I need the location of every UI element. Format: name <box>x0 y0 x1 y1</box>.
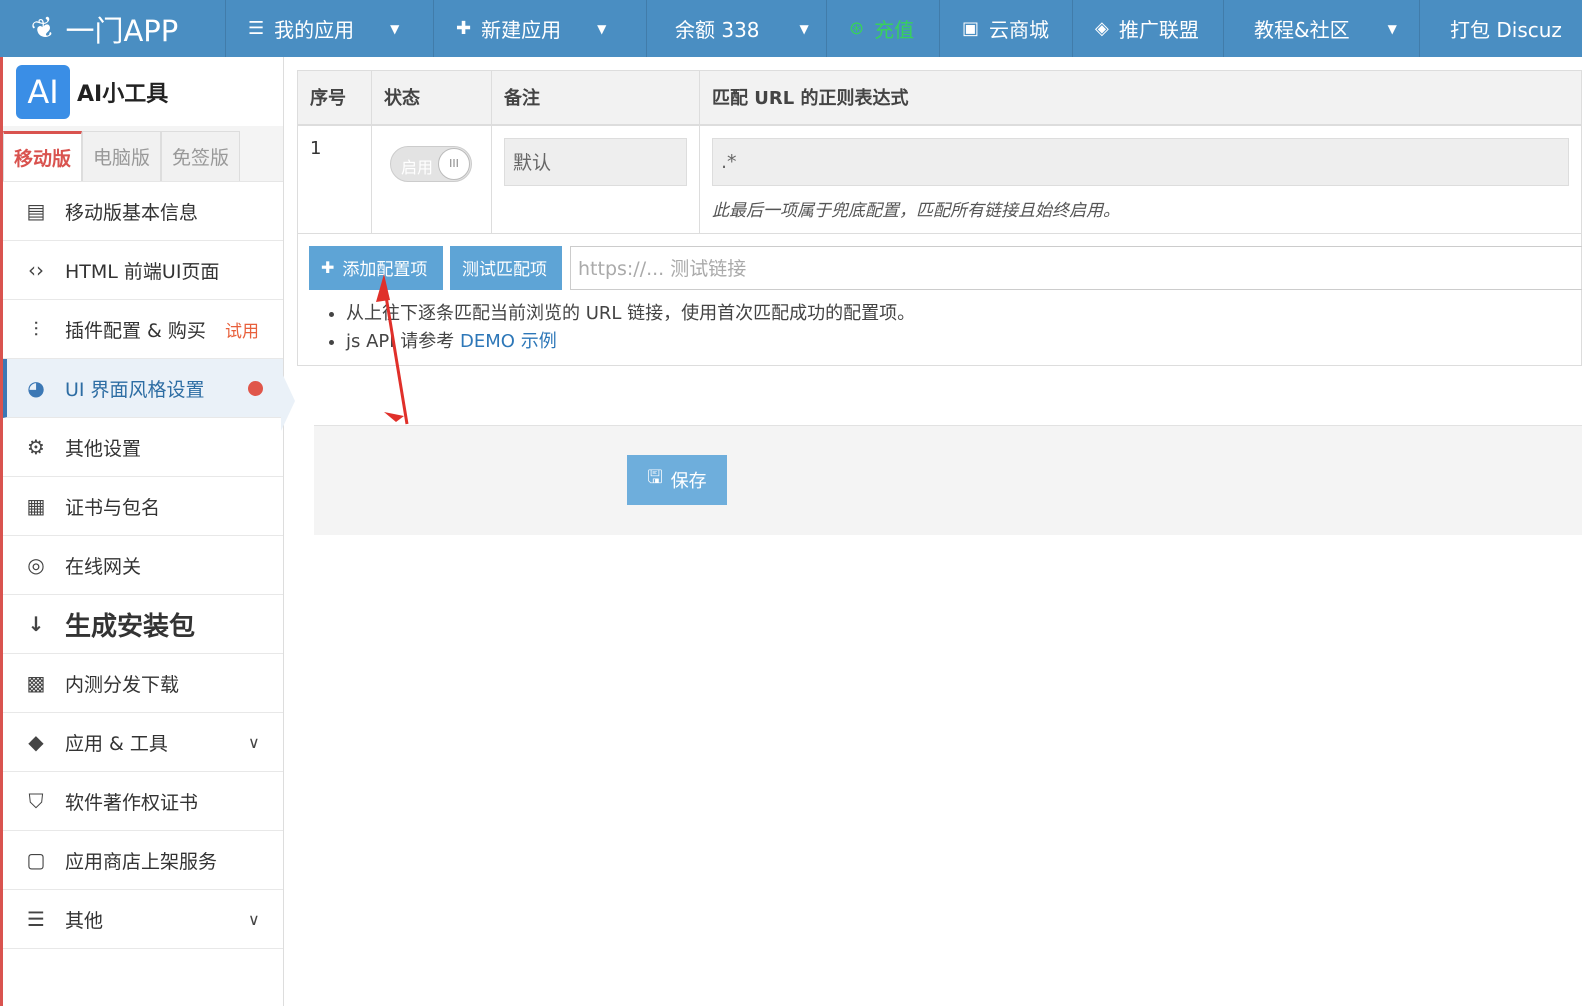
sidebar-item-copyright[interactable]: ⛉ 软件著作权证书 <box>3 772 283 831</box>
diamond-icon: ◈ <box>1095 18 1109 39</box>
remark-field: 默认 <box>504 137 687 186</box>
apps-icon: ◆ <box>28 730 44 754</box>
help-tips: 从上往下逐条匹配当前浏览的 URL 链接，使用首次匹配成功的配置项。 js AP… <box>346 300 915 356</box>
save-button[interactable]: 🖫 保存 <box>627 455 727 505</box>
nav-my-apps[interactable]: ☰ 我的应用 ▼ <box>226 0 434 57</box>
sidebar-item-other-settings[interactable]: ⚙ 其他设置 <box>3 418 283 477</box>
caret-down-icon: ▼ <box>1387 21 1397 36</box>
tip-item: js API 请参考 DEMO 示例 <box>346 328 915 356</box>
caret-down-icon: ▼ <box>390 21 400 36</box>
nav-discuz[interactable]: 打包 Discuz <box>1420 0 1582 57</box>
certificate-icon: ▦ <box>26 494 46 518</box>
tip-item: 从上往下逐条匹配当前浏览的 URL 链接，使用首次匹配成功的配置项。 <box>346 300 915 328</box>
version-tabs: 移动版 电脑版 免签版 <box>3 126 283 182</box>
col-header-regex: 匹配 URL 的正则表达式 <box>699 70 1582 126</box>
nav-balance[interactable]: 余额 338 ▼ <box>647 0 827 57</box>
sort-download-icon: ↓ <box>27 612 45 636</box>
row-regex: .* 此最后一项属于兜底配置，匹配所有链接且始终启用。 <box>699 124 1582 234</box>
sidebar-item-gateway[interactable]: ◎ 在线网关 <box>3 536 283 595</box>
sidebar-item-basic-info[interactable]: ▤ 移动版基本信息 <box>3 182 283 241</box>
app-header: AI AI小工具 <box>3 57 283 126</box>
qrcode-icon: ▩ <box>26 671 46 695</box>
nav-affiliate[interactable]: ◈ 推广联盟 <box>1073 0 1224 57</box>
table-row: 1 启用 III 默认 .* 此最后一项属于兜底配置，匹配所有链接且始终启用。 <box>297 124 1582 234</box>
gear-icon: ⚙ <box>27 435 45 459</box>
store-badge-icon: ▢ <box>26 848 46 872</box>
brand-name: 一门APP <box>65 13 179 48</box>
app-name: AI小工具 <box>77 81 169 107</box>
sidebar-item-build-package[interactable]: ↓ 生成安装包 <box>3 595 283 654</box>
trial-badge: 试用 <box>225 321 259 342</box>
sidebar-item-other[interactable]: ☰ 其他 ∨ <box>3 890 283 949</box>
tab-mobile[interactable]: 移动版 <box>3 131 83 181</box>
sliders-icon: ⫶ <box>33 317 39 341</box>
footer-bar: 🖫 保存 <box>314 425 1582 535</box>
app-logo: AI <box>16 64 70 119</box>
row-status: 启用 III <box>371 124 492 234</box>
code-icon: ‹› <box>28 258 44 282</box>
toggle-knob: III <box>438 147 470 180</box>
leaf-icon: ❦ <box>27 8 61 49</box>
shield-icon: ⛉ <box>28 789 44 813</box>
brand-logo[interactable]: ❦ 一门APP <box>0 0 226 57</box>
sidebar-item-apps-tools[interactable]: ◆ 应用 & 工具 ∨ <box>3 713 283 772</box>
menu-icon: ☰ <box>248 18 265 39</box>
row-remark: 默认 <box>491 124 700 234</box>
status-dot <box>248 380 263 396</box>
sidebar-item-html-ui[interactable]: ‹› HTML 前端UI页面 <box>3 241 283 300</box>
regex-field: .* <box>712 137 1569 186</box>
test-match-button[interactable]: 测试匹配项 <box>450 245 562 290</box>
col-header-remark: 备注 <box>491 70 700 126</box>
demo-link[interactable]: DEMO 示例 <box>460 331 557 352</box>
sidebar-item-ui-style[interactable]: ◕ UI 界面风格设置 <box>3 359 283 418</box>
sidebar-item-beta-distribution[interactable]: ▩ 内测分发下载 <box>3 654 283 713</box>
recharge-icon: ⊛ <box>849 18 865 39</box>
toggle-label: 启用 <box>401 157 434 177</box>
nav-cloud-store[interactable]: ▣ 云商城 <box>940 0 1073 57</box>
active-indicator <box>281 371 295 431</box>
caret-down-icon: ▼ <box>597 21 607 36</box>
globe-icon: ◎ <box>27 553 45 577</box>
top-navbar: ❦ 一门APP ☰ 我的应用 ▼ ✚ 新建应用 ▼ 余额 338 ▼ ⊛ 充值 … <box>0 0 1582 57</box>
actions-area: ✚ 添加配置项 测试匹配项 https://... 测试链接 从上往下逐条匹配当… <box>297 233 1582 366</box>
tab-desktop[interactable]: 电脑版 <box>82 131 162 181</box>
status-toggle[interactable]: 启用 III <box>390 145 472 182</box>
bars-icon: ☰ <box>27 907 45 931</box>
document-icon: ▤ <box>26 199 46 223</box>
plus-icon: ✚ <box>456 18 472 39</box>
chevron-down-icon: ∨ <box>248 909 260 929</box>
annotation-arrow <box>376 274 409 425</box>
config-table: 序号 状态 备注 匹配 URL 的正则表达式 1 启用 III 默认 .* 此最… <box>297 70 1582 234</box>
caret-down-icon: ▼ <box>799 21 809 36</box>
floppy-icon: 🖫 <box>647 467 663 488</box>
test-url-input[interactable]: https://... 测试链接 <box>570 245 1582 290</box>
sidebar-item-certificate[interactable]: ▦ 证书与包名 <box>3 477 283 536</box>
chevron-down-icon: ∨ <box>248 732 260 752</box>
col-header-index: 序号 <box>297 70 372 126</box>
fallback-note: 此最后一项属于兜底配置，匹配所有链接且始终启用。 <box>712 200 1120 221</box>
nav-tutorial[interactable]: 教程&社区 ▼ <box>1224 0 1420 57</box>
nav-new-app[interactable]: ✚ 新建应用 ▼ <box>434 0 647 57</box>
palette-icon: ◕ <box>27 376 45 400</box>
nav-recharge[interactable]: ⊛ 充值 <box>827 0 940 57</box>
col-header-status: 状态 <box>371 70 492 126</box>
sidebar-item-plugins[interactable]: ⫶ 插件配置 & 购买 试用 <box>3 300 283 359</box>
sidebar-item-app-store[interactable]: ▢ 应用商店上架服务 <box>3 831 283 890</box>
tab-signature-free[interactable]: 免签版 <box>161 131 241 181</box>
main-content: 序号 状态 备注 匹配 URL 的正则表达式 1 启用 III 默认 .* 此最… <box>297 70 1582 366</box>
store-icon: ▣ <box>962 18 980 39</box>
sidebar: AI AI小工具 移动版 电脑版 免签版 ▤ 移动版基本信息 ‹› HTML 前… <box>3 57 284 1006</box>
plus-icon: ✚ <box>321 258 335 277</box>
row-index: 1 <box>297 124 372 234</box>
